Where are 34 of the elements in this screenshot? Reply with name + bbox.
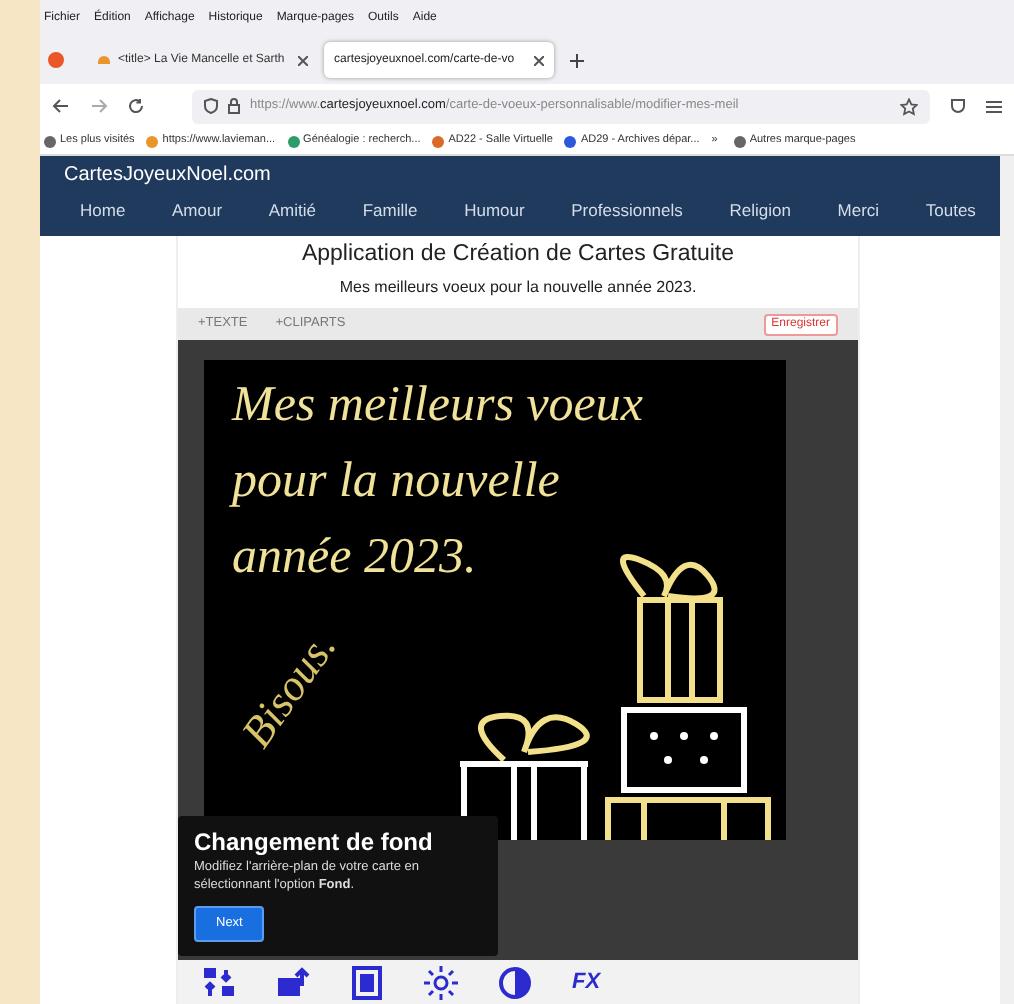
new-tab-icon[interactable] <box>570 53 584 67</box>
card-text-line: année 2023. <box>232 528 479 588</box>
nav-link[interactable]: Merci <box>837 198 880 224</box>
swap-image-icon[interactable] <box>202 965 236 999</box>
frame-icon[interactable] <box>350 965 384 999</box>
nav-link[interactable]: Amitié <box>268 198 317 224</box>
effects-button[interactable]: FX <box>572 965 601 999</box>
shield-icon <box>204 98 218 114</box>
nav-link[interactable]: Professionnels <box>571 198 683 224</box>
lock-icon <box>228 98 240 114</box>
browser-logo-icon[interactable] <box>48 52 64 68</box>
site-icon <box>98 56 110 64</box>
card-subtitle: Mes meilleurs voeux pour la nouvelle année 2023. <box>339 276 697 300</box>
close-tab-icon[interactable] <box>298 55 308 65</box>
contrast-icon[interactable] <box>498 965 532 999</box>
site-brand[interactable]: CartesJoyeuxNoel.com <box>64 156 976 194</box>
nav-link[interactable]: Humour <box>464 198 525 224</box>
pocket-icon[interactable] <box>950 98 966 114</box>
image-upload-icon[interactable] <box>276 965 310 999</box>
brightness-icon[interactable] <box>424 965 458 999</box>
card-text-line: Mes meilleurs voeux <box>232 376 643 436</box>
nav-link[interactable]: Toutes <box>925 198 976 224</box>
nav-link[interactable]: Religion <box>729 198 791 224</box>
star-icon[interactable] <box>900 97 918 115</box>
menu-icon[interactable] <box>986 99 1002 113</box>
close-tab-icon[interactable] <box>534 55 544 65</box>
nav-link[interactable]: Amour <box>172 198 223 224</box>
app-title: Application de Création de Cartes Gratuite <box>301 240 735 270</box>
nav-link[interactable]: Famille <box>362 198 418 224</box>
reload-icon[interactable] <box>128 98 144 114</box>
back-icon[interactable] <box>52 98 70 114</box>
tooltip-title: Changement de fond <box>194 828 433 856</box>
nav-link[interactable]: Home <box>80 198 126 224</box>
card-text-line: pour la nouvelle <box>232 452 562 512</box>
